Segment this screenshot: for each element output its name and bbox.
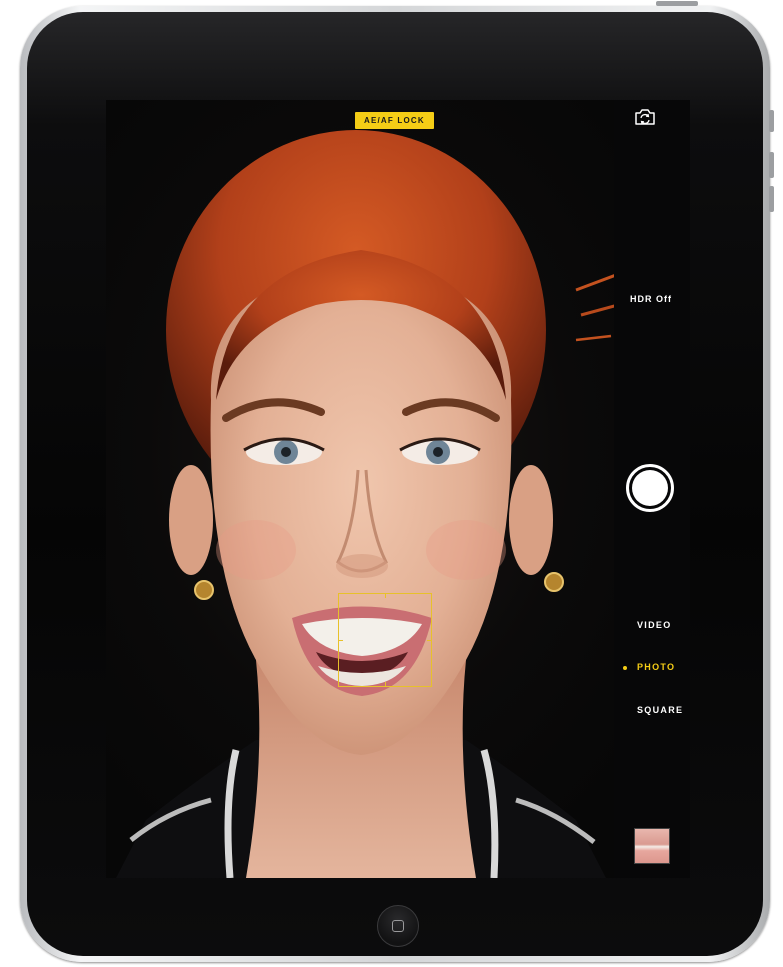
hdr-toggle[interactable]: HDR Off (630, 294, 672, 304)
shutter-button[interactable] (626, 464, 674, 512)
camera-flip-icon[interactable] (634, 108, 656, 126)
volume-down-button (769, 186, 774, 212)
viewfinder[interactable]: AE/AF LOCK (106, 100, 614, 878)
last-photo-thumbnail[interactable] (634, 828, 670, 864)
viewfinder-image (116, 130, 614, 878)
mute-switch (769, 110, 774, 132)
camera-screen: AE/AF LOCK HDR Off VIDEO PHOTO SQUARE (106, 100, 690, 878)
home-button-icon (392, 920, 404, 932)
focus-tick-top (385, 593, 386, 598)
sleep-button (656, 1, 698, 6)
focus-tick-right (427, 640, 432, 641)
focus-box[interactable] (338, 593, 432, 687)
home-button[interactable] (377, 905, 419, 947)
mode-video[interactable]: VIDEO (637, 620, 672, 630)
active-mode-indicator (623, 666, 627, 670)
focus-tick-left (338, 640, 343, 641)
focus-tick-bottom (385, 682, 386, 687)
ae-af-lock-badge: AE/AF LOCK (355, 112, 434, 129)
mode-square[interactable]: SQUARE (637, 705, 683, 715)
volume-up-button (769, 152, 774, 178)
mode-photo[interactable]: PHOTO (637, 662, 675, 672)
shutter-icon (632, 470, 668, 506)
